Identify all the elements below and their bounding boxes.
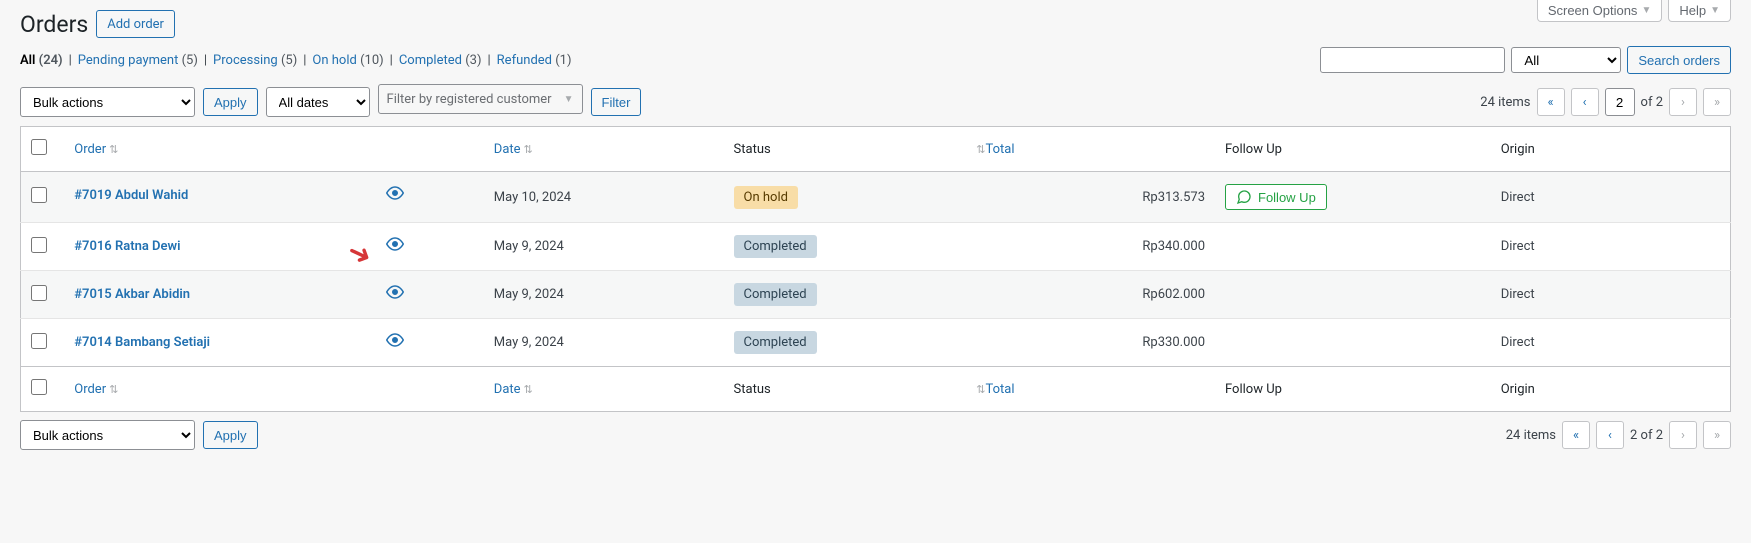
origin-column-header: Origin: [1491, 127, 1731, 172]
order-origin: Direct: [1491, 319, 1731, 367]
first-page-button-bottom[interactable]: «: [1562, 421, 1590, 449]
eye-icon[interactable]: [386, 331, 404, 353]
eye-icon[interactable]: [386, 184, 404, 206]
next-page-button[interactable]: ›: [1669, 88, 1697, 116]
prev-page-button[interactable]: ‹: [1571, 88, 1599, 116]
last-page-button-bottom[interactable]: »: [1703, 421, 1731, 449]
row-checkbox[interactable]: [31, 187, 47, 203]
page-of-label: of 2: [1641, 95, 1663, 110]
status-filter-link[interactable]: Completed (3): [399, 53, 482, 68]
row-checkbox[interactable]: [31, 285, 47, 301]
status-filter-link[interactable]: All (24): [20, 53, 63, 68]
chevron-down-icon: ▼: [564, 94, 574, 105]
search-input[interactable]: [1320, 47, 1505, 73]
page-title: Orders: [20, 11, 88, 38]
order-link[interactable]: #7019 Abdul Wahid: [74, 188, 188, 203]
sort-icon: ⇅: [109, 383, 118, 396]
status-badge: Completed: [734, 331, 817, 354]
order-link[interactable]: #7014 Bambang Setiaji: [74, 335, 210, 350]
order-date: May 9, 2024: [484, 223, 724, 271]
status-badge: On hold: [734, 186, 798, 209]
page-input[interactable]: [1605, 88, 1635, 116]
order-date: May 9, 2024: [484, 319, 724, 367]
date-column-footer[interactable]: Date⇅: [494, 382, 533, 397]
customer-filter-select[interactable]: Filter by registered customer ▼: [378, 84, 583, 114]
bulk-actions-select[interactable]: Bulk actions: [20, 87, 195, 117]
last-page-button[interactable]: »: [1703, 88, 1731, 116]
row-checkbox[interactable]: [31, 237, 47, 253]
order-total: Rp340.000: [963, 223, 1215, 271]
status-column-header: Status: [724, 127, 964, 172]
customer-filter-placeholder: Filter by registered customer: [387, 92, 552, 107]
followup-column-header: Follow Up: [1215, 127, 1491, 172]
status-filter-link[interactable]: Processing (5): [213, 53, 297, 68]
origin-column-footer: Origin: [1491, 367, 1731, 412]
status-filter-link[interactable]: On hold (10): [312, 53, 383, 68]
whatsapp-icon: [1236, 189, 1252, 205]
add-order-button[interactable]: Add order: [96, 10, 175, 38]
apply-bulk-button[interactable]: Apply: [203, 88, 258, 116]
filter-button[interactable]: Filter: [591, 88, 642, 116]
select-all-checkbox-footer[interactable]: [31, 379, 47, 395]
status-badge: Completed: [734, 235, 817, 258]
chevron-down-icon: ▼: [1641, 5, 1651, 16]
orders-table: Order⇅ Date⇅ Status ⇅Total Follow Up Ori…: [20, 126, 1731, 412]
chevron-down-icon: ▼: [1710, 5, 1720, 16]
order-total: Rp330.000: [963, 319, 1215, 367]
date-filter-select[interactable]: All dates: [266, 87, 370, 117]
help-button[interactable]: Help ▼: [1668, 0, 1731, 22]
status-filter-list: All (24) Pending payment (5) Processing (5…: [20, 53, 572, 68]
items-count-label: 24 items: [1480, 95, 1530, 110]
eye-icon[interactable]: [386, 283, 404, 305]
total-column-footer[interactable]: ⇅Total: [973, 382, 1014, 397]
order-link[interactable]: #7015 Akbar Abidin: [74, 287, 190, 302]
status-badge: Completed: [734, 283, 817, 306]
apply-bulk-button-bottom[interactable]: Apply: [203, 421, 258, 449]
sort-icon: ⇅: [109, 143, 118, 156]
first-page-button[interactable]: «: [1537, 88, 1565, 116]
search-category-select[interactable]: All: [1511, 47, 1621, 73]
prev-page-button-bottom[interactable]: ‹: [1596, 421, 1624, 449]
order-date: May 10, 2024: [484, 172, 724, 223]
order-link[interactable]: #7016 Ratna Dewi: [74, 239, 180, 254]
table-row: #7019 Abdul Wahid May 10, 2024 On hold R…: [21, 172, 1731, 223]
eye-icon[interactable]: [386, 235, 404, 257]
table-row: #7014 Bambang Setiaji May 9, 2024 Comple…: [21, 319, 1731, 367]
order-column-footer[interactable]: Order⇅: [74, 382, 118, 397]
sort-icon: ⇅: [524, 383, 533, 396]
next-page-button-bottom[interactable]: ›: [1669, 421, 1697, 449]
status-filter-link[interactable]: Pending payment (5): [78, 53, 198, 68]
search-orders-button[interactable]: Search orders: [1627, 46, 1731, 74]
status-filter-link[interactable]: Refunded (1): [497, 53, 572, 68]
select-all-checkbox[interactable]: [31, 139, 47, 155]
screen-options-label: Screen Options: [1548, 3, 1638, 18]
sort-icon: ⇅: [524, 143, 533, 156]
status-column-footer: Status: [724, 367, 964, 412]
date-column-header[interactable]: Date⇅: [494, 142, 533, 157]
table-row: #7015 Akbar Abidin May 9, 2024 Completed…: [21, 271, 1731, 319]
row-checkbox[interactable]: [31, 333, 47, 349]
order-date: May 9, 2024: [484, 271, 724, 319]
screen-options-button[interactable]: Screen Options ▼: [1537, 0, 1663, 22]
bulk-actions-select-bottom[interactable]: Bulk actions: [20, 420, 195, 450]
order-total: Rp313.573: [963, 172, 1215, 223]
order-origin: Direct: [1491, 172, 1731, 223]
order-total: Rp602.000: [963, 271, 1215, 319]
table-row: #7016 Ratna Dewi May 9, 2024 Completed R…: [21, 223, 1731, 271]
page-of-label-bottom: 2 of 2: [1630, 428, 1663, 443]
order-origin: Direct: [1491, 223, 1731, 271]
order-column-header[interactable]: Order⇅: [74, 142, 118, 157]
order-origin: Direct: [1491, 271, 1731, 319]
total-column-header[interactable]: ⇅Total: [973, 142, 1014, 157]
help-label: Help: [1679, 3, 1706, 18]
items-count-label-bottom: 24 items: [1506, 428, 1556, 443]
followup-button[interactable]: Follow Up: [1225, 184, 1327, 210]
followup-column-footer: Follow Up: [1215, 367, 1491, 412]
